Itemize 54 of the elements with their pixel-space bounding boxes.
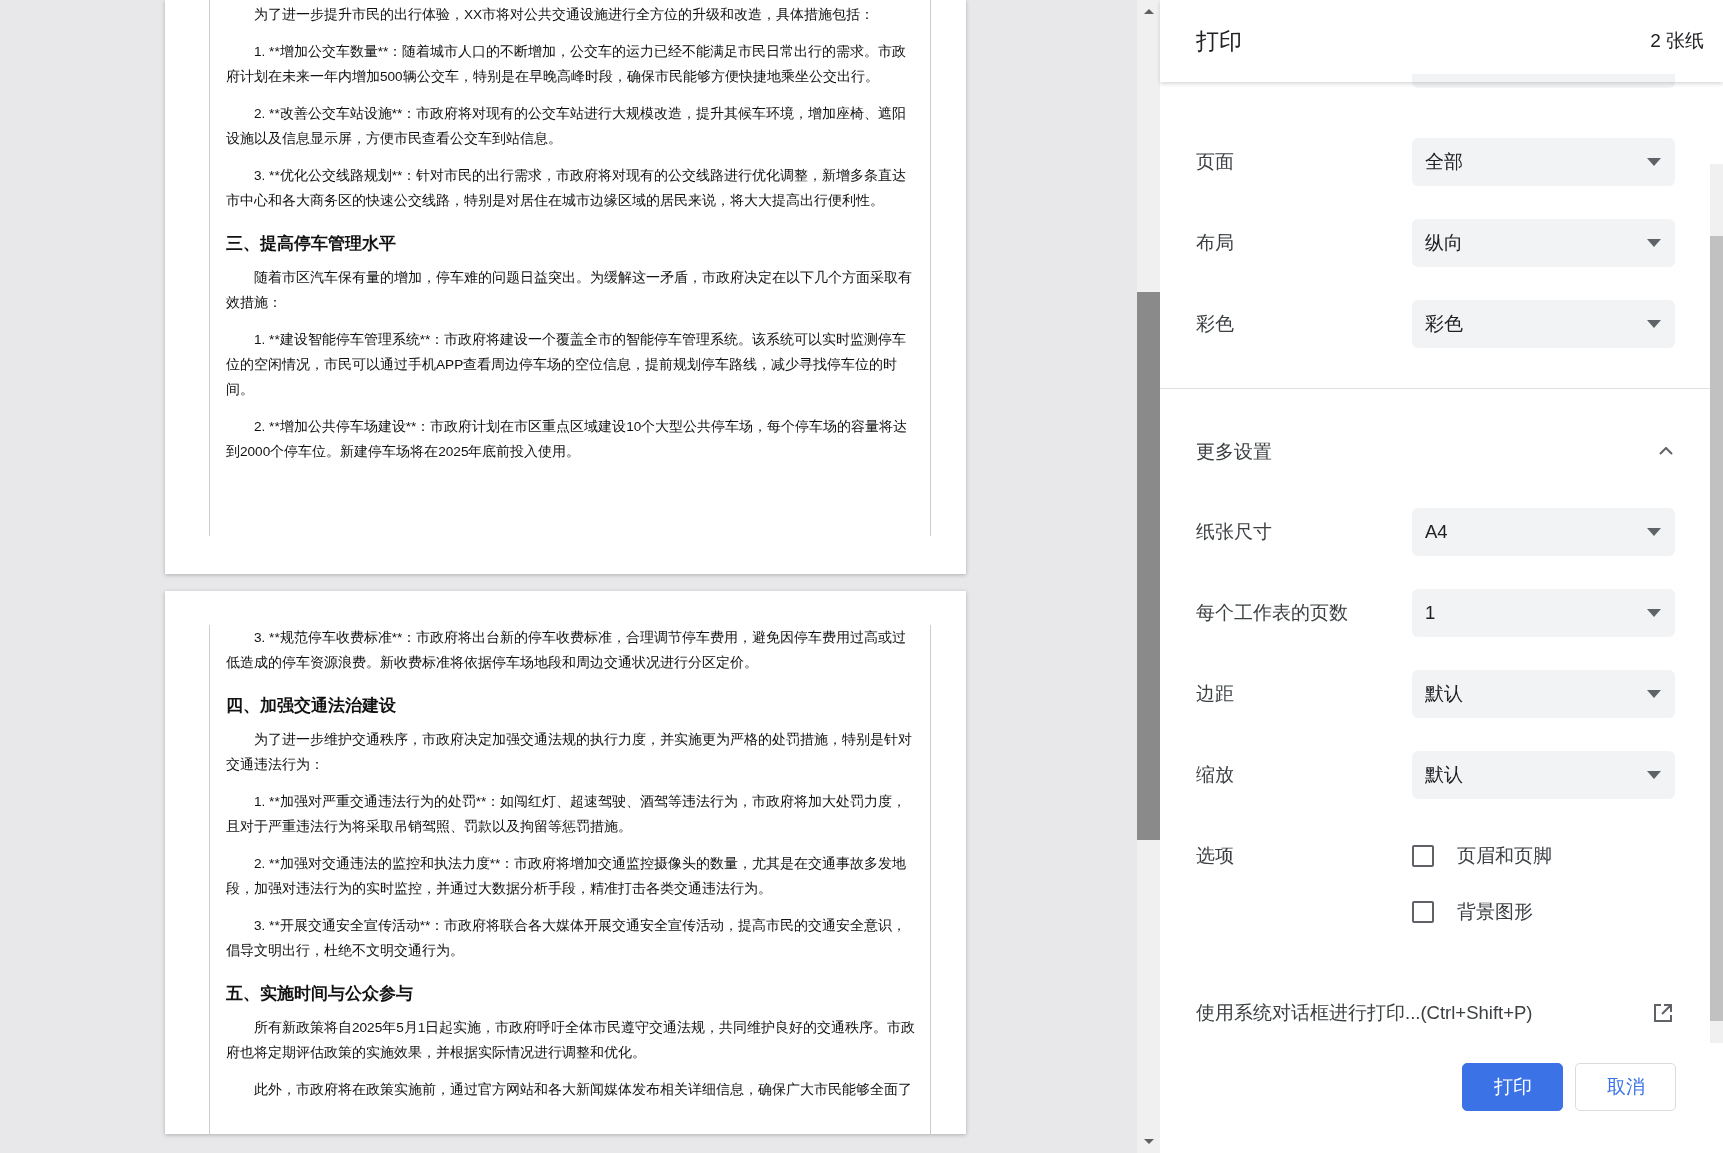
setting-label: 选项 xyxy=(1196,844,1235,868)
paragraph: 所有新政策将自2025年5月1日起实施，市政府呼吁全体市民遵守交通法规，共同维护良好的交通秩序。市政府也将定期评估政策的实施效果，并根据实际情况进行调整和优化。 xyxy=(226,1019,917,1062)
dialog-title: 打印 xyxy=(1196,26,1242,56)
paragraph: 此外，市政府将在政策实施前，通过官方网站和各大新闻媒体发布相关详细信息，确保广大市民能够全面了 xyxy=(253,1081,913,1099)
paragraph: 3. **规范停车收费标准**：市政府将出台新的停车收费标准，合理调节停车费用，避免因停车费用过高或过低造成的停车资源浪费。新收费标准将依据停车场地段和周边交通状况进行分区定价。 xyxy=(226,629,908,672)
setting-label: 边距 xyxy=(1196,682,1235,706)
section-heading: 五、实施时间与公众参与 xyxy=(226,983,414,1004)
setting-label: 布局 xyxy=(1196,231,1235,255)
dropdown-select[interactable]: A4 xyxy=(1412,507,1675,556)
external-link-icon xyxy=(1653,1002,1673,1023)
paragraph: 3. **优化公交线路规划**：针对市民的出行需求，市政府将对现有的公交线路进行优化调整，新增多条直达市中心和各大商务区的快速公交线路，特别是对居住在城市边缘区域的居民来说，将大大提高出行便利性。 xyxy=(226,167,908,210)
dropdown-select[interactable]: 彩色 xyxy=(1412,299,1675,348)
dropdown-caret-icon xyxy=(1647,527,1661,536)
paragraph: 1. **建设智能停车管理系统**：市政府将建设一个覆盖全市的智能停车管理系统。该系统可以实时监测停车位的空闲情况，市民可以通过手机APP查看周边停车场的空位信息，提前规划停车路线，减少寻找停车位的时间。 xyxy=(226,331,908,399)
paragraph: 2. **增加公共停车场建设**：市政府计划在市区重点区域建设10个大型公共停车场，每个停车场的容量将达到2000个停车位。新建停车场将在2025年底前投入使用。 xyxy=(226,418,909,461)
dropdown-select[interactable]: 全部 xyxy=(1412,137,1675,186)
dropdown-caret-icon xyxy=(1647,608,1661,617)
dropdown-caret-icon xyxy=(1647,319,1661,328)
scroll-thumb[interactable] xyxy=(1137,292,1160,840)
checkbox-option[interactable]: 背景图形 xyxy=(1412,899,1552,924)
scroll-down-icon[interactable] xyxy=(1143,1136,1154,1146)
cancel-button[interactable]: 取消 xyxy=(1575,1063,1676,1111)
dropdown-select[interactable]: 纵向 xyxy=(1412,218,1675,267)
more-settings-toggle[interactable]: 更多设置 xyxy=(1196,421,1687,481)
paragraph: 2. **改善公交车站设施**：市政府将对现有的公交车站进行大规模改造，提升其候车环境，增加座椅、遮阳设施以及信息显示屏，方便市民查看公交车到站信息。 xyxy=(226,105,908,148)
paragraph: 1. **加强对严重交通违法行为的处罚**：如闯红灯、超速驾驶、酒驾等违法行为，市政府将加大处罚力度，且对于严重违法行为将采取吊销驾照、罚款以及拘留等惩罚措施。 xyxy=(226,793,908,836)
paragraph: 为了进一步提升市民的出行体验，XX市将对公共交通设施进行全方位的升级和改造，具体措施包括： xyxy=(253,6,876,24)
paragraph: 2. **加强对交通违法的监控和执法力度**：市政府将增加交通监控摄像头的数量，尤其是在交通事故多发地段，加强对违法行为的实时监控，并通过大数据分析手段，精准打击各类交通违法行为。 xyxy=(226,855,908,898)
checkbox-option[interactable]: 页眉和页脚 xyxy=(1412,843,1552,868)
dropdown-caret-icon xyxy=(1647,157,1661,166)
dropdown-caret-icon xyxy=(1647,238,1661,247)
section-heading: 三、提高停车管理水平 xyxy=(226,233,397,254)
paragraph: 1. **增加公交车数量**：随着城市人口的不断增加，公交车的运力已经不能满足市民日常出行的需求。市政府计划在未来一年内增加500辆公交车，特别是在早晚高峰时段，确保市民能够方便快捷地乘坐公交出行。 xyxy=(226,43,908,86)
paragraph: 为了进一步维护交通秩序，市政府决定加强交通法规的执行力度，并实施更为严格的处罚措施，特别是针对交通违法行为： xyxy=(226,731,913,774)
dropdown-select[interactable]: 默认 xyxy=(1412,750,1675,799)
setting-label: 每个工作表的页数 xyxy=(1196,601,1349,625)
print-button[interactable]: 打印 xyxy=(1462,1063,1563,1111)
dropdown-select[interactable]: 1 xyxy=(1412,588,1675,637)
paragraph: 3. **开展交通安全宣传活动**：市政府将联合各大媒体开展交通安全宣传活动，提高市民的交通安全意识，倡导文明出行，杜绝不文明交通行为。 xyxy=(226,917,908,960)
dropdown-select[interactable]: 默认 xyxy=(1412,669,1675,718)
setting-label: 彩色 xyxy=(1196,312,1235,336)
dropdown-caret-icon xyxy=(1647,770,1661,779)
chevron-up-icon xyxy=(1659,447,1673,455)
sheet-count: 2 张纸 xyxy=(1650,29,1704,53)
section-heading: 四、加强交通法治建设 xyxy=(226,695,397,716)
setting-label: 缩放 xyxy=(1196,763,1235,787)
setting-label: 纸张尺寸 xyxy=(1196,520,1273,544)
dropdown-caret-icon xyxy=(1647,689,1661,698)
checkbox[interactable] xyxy=(1412,900,1434,923)
system-dialog-link[interactable]: 使用系统对话框进行打印...(Ctrl+Shift+P) xyxy=(1196,1000,1687,1025)
scroll-up-icon[interactable] xyxy=(1143,7,1154,17)
checkbox[interactable] xyxy=(1412,844,1434,867)
paragraph: 随着市区汽车保有量的增加，停车难的问题日益突出。为缓解这一矛盾，市政府决定在以下几个方面采取有效措施： xyxy=(226,269,913,312)
setting-label: 页面 xyxy=(1196,150,1235,174)
